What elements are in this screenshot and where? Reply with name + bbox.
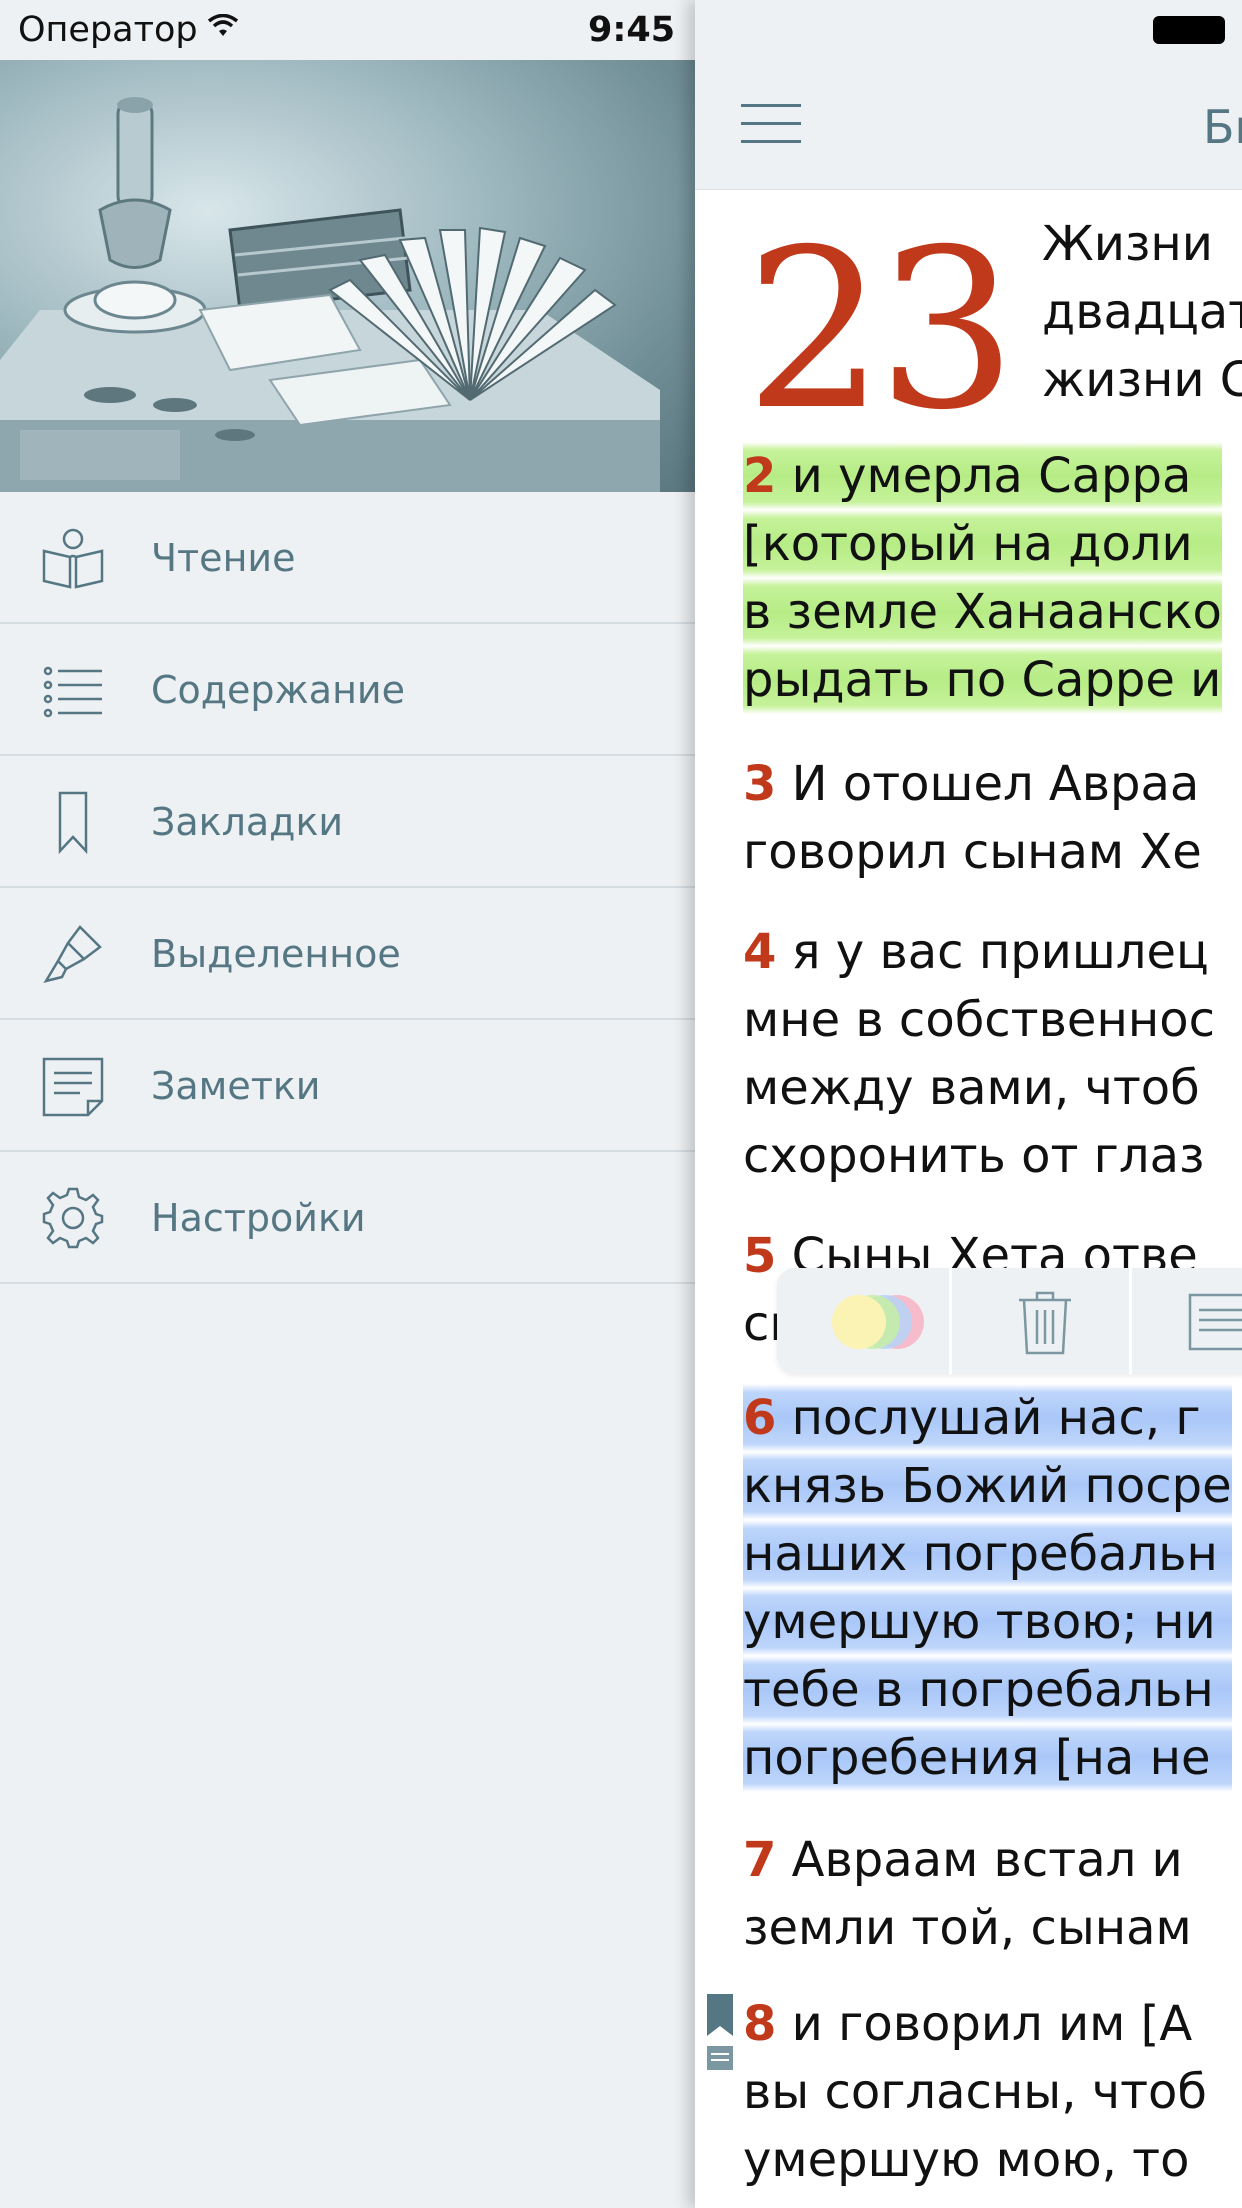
verse-text: и умерла Сарра — [776, 448, 1192, 504]
hamburger-menu-button[interactable] — [741, 104, 801, 144]
highlighter-icon — [40, 921, 106, 987]
menu-item-label: Заметки — [151, 1064, 321, 1108]
verse-7[interactable]: 7 Авраам встал и земли той, сынам — [743, 1826, 1192, 1962]
clock: 9:45 — [588, 10, 676, 50]
verse-3[interactable]: 3 И отошел Авраа говорил сынам Хе — [743, 750, 1202, 886]
verse-text: послушай нас, г — [776, 1390, 1201, 1446]
verse-text: тебе в погребальн — [743, 1656, 1232, 1724]
verse-text: в земле Ханаанско — [743, 578, 1222, 646]
book-reader-icon — [40, 525, 106, 591]
bookmark-icon — [40, 789, 106, 855]
note-icon — [40, 1053, 106, 1119]
menu-item-settings[interactable]: Настройки — [0, 1152, 695, 1284]
gear-icon — [40, 1185, 106, 1251]
verse-text: умершую мою, то — [743, 2132, 1190, 2188]
menu-item-label: Закладки — [151, 800, 344, 844]
verse-text: между вами, чтоб — [743, 1060, 1200, 1116]
chapter-number: 23 — [745, 202, 1017, 458]
toolbar-divider — [1129, 1268, 1132, 1374]
add-note-button[interactable] — [1187, 1292, 1242, 1352]
text-line: жизни С — [1042, 352, 1242, 408]
verse-text: говорил сынам Хе — [743, 824, 1202, 880]
verse-text: и говорил им [А — [776, 1996, 1193, 2052]
list-icon — [40, 657, 106, 723]
status-bar-left: Оператор 9:45 — [0, 0, 695, 60]
battery-icon — [1153, 16, 1225, 44]
verse-text: мне в собственнос — [743, 992, 1215, 1048]
bookmark-marker-icon — [707, 1994, 733, 2036]
color-picker-button[interactable] — [817, 1292, 927, 1352]
verse-number: 5 — [743, 1228, 777, 1284]
verse-text: [который на доли — [743, 510, 1222, 578]
reader-navbar: Бы — [695, 60, 1242, 190]
verse-text: погребения [на не — [743, 1724, 1232, 1792]
verse-text: схоронить от глаз — [743, 1128, 1205, 1184]
menu-item-notes[interactable]: Заметки — [0, 1020, 695, 1152]
wifi-icon — [207, 13, 239, 42]
verse-text: рыдать по Сарре и — [743, 646, 1222, 714]
verse-number: 2 — [743, 448, 777, 504]
verse-text: наших погребальн — [743, 1520, 1232, 1588]
menu-item-bookmarks[interactable]: Закладки — [0, 756, 695, 888]
book-title: Бы — [1203, 100, 1242, 154]
verse-text: князь Божий посре — [743, 1452, 1232, 1520]
verse-text: земли той, сынам — [743, 1900, 1192, 1956]
menu-item-contents[interactable]: Содержание — [0, 624, 695, 756]
verse-text: Авраам встал и — [776, 1832, 1183, 1888]
reader-panel: Бы 23 Жизни двадцат жизни С 2 и умерла С… — [695, 0, 1242, 2208]
header-image — [0, 60, 695, 492]
verse-number: 8 — [743, 1996, 777, 2052]
drawer-menu: Чтение Содержание Закладки Выделенное За… — [0, 492, 695, 1284]
menu-item-highlights[interactable]: Выделенное — [0, 888, 695, 1020]
highlight-toolbar — [777, 1268, 1242, 1374]
menu-item-label: Выделенное — [151, 932, 401, 976]
carrier-label: Оператор — [18, 10, 198, 50]
toolbar-divider — [949, 1268, 952, 1374]
verse-number: 7 — [743, 1832, 777, 1888]
verse-text: я у вас пришлец — [776, 924, 1209, 980]
menu-item-label: Содержание — [151, 668, 405, 712]
verse-8[interactable]: 8 и говорил им [А вы согласны, чтоб умер… — [743, 1990, 1207, 2194]
side-drawer: Оператор 9:45 Чтение Содержание Закладки… — [0, 0, 695, 2208]
yellow-swatch-icon — [832, 1295, 886, 1349]
verse-4[interactable]: 4 я у вас пришлец мне в собственнос межд… — [743, 918, 1215, 1190]
delete-highlight-button[interactable] — [1017, 1290, 1073, 1356]
menu-item-reading[interactable]: Чтение — [0, 492, 695, 624]
trash-icon — [1019, 1291, 1071, 1355]
note-marker-icon — [707, 2046, 733, 2070]
verse-6[interactable]: 6 послушай нас, г князь Божий посре наши… — [743, 1384, 1232, 1792]
verse-2[interactable]: 2 и умерла Сарра [который на доли в земл… — [743, 442, 1222, 714]
verse-number: 6 — [743, 1390, 777, 1446]
margin-markers — [705, 1994, 735, 2078]
chapter-intro[interactable]: Жизни двадцат жизни С — [1042, 210, 1242, 414]
status-bar-right — [695, 0, 1242, 60]
menu-item-label: Чтение — [151, 536, 296, 580]
note-icon — [1188, 1293, 1242, 1351]
verse-text: умершую твою; ни — [743, 1588, 1232, 1656]
text-line: двадцат — [1042, 284, 1242, 340]
verse-number: 4 — [743, 924, 777, 980]
verse-text: вы согласны, чтоб — [743, 2064, 1207, 2120]
verse-number: 3 — [743, 756, 777, 812]
text-line: Жизни — [1042, 216, 1213, 272]
verse-text: И отошел Авраа — [776, 756, 1200, 812]
menu-item-label: Настройки — [151, 1196, 366, 1240]
